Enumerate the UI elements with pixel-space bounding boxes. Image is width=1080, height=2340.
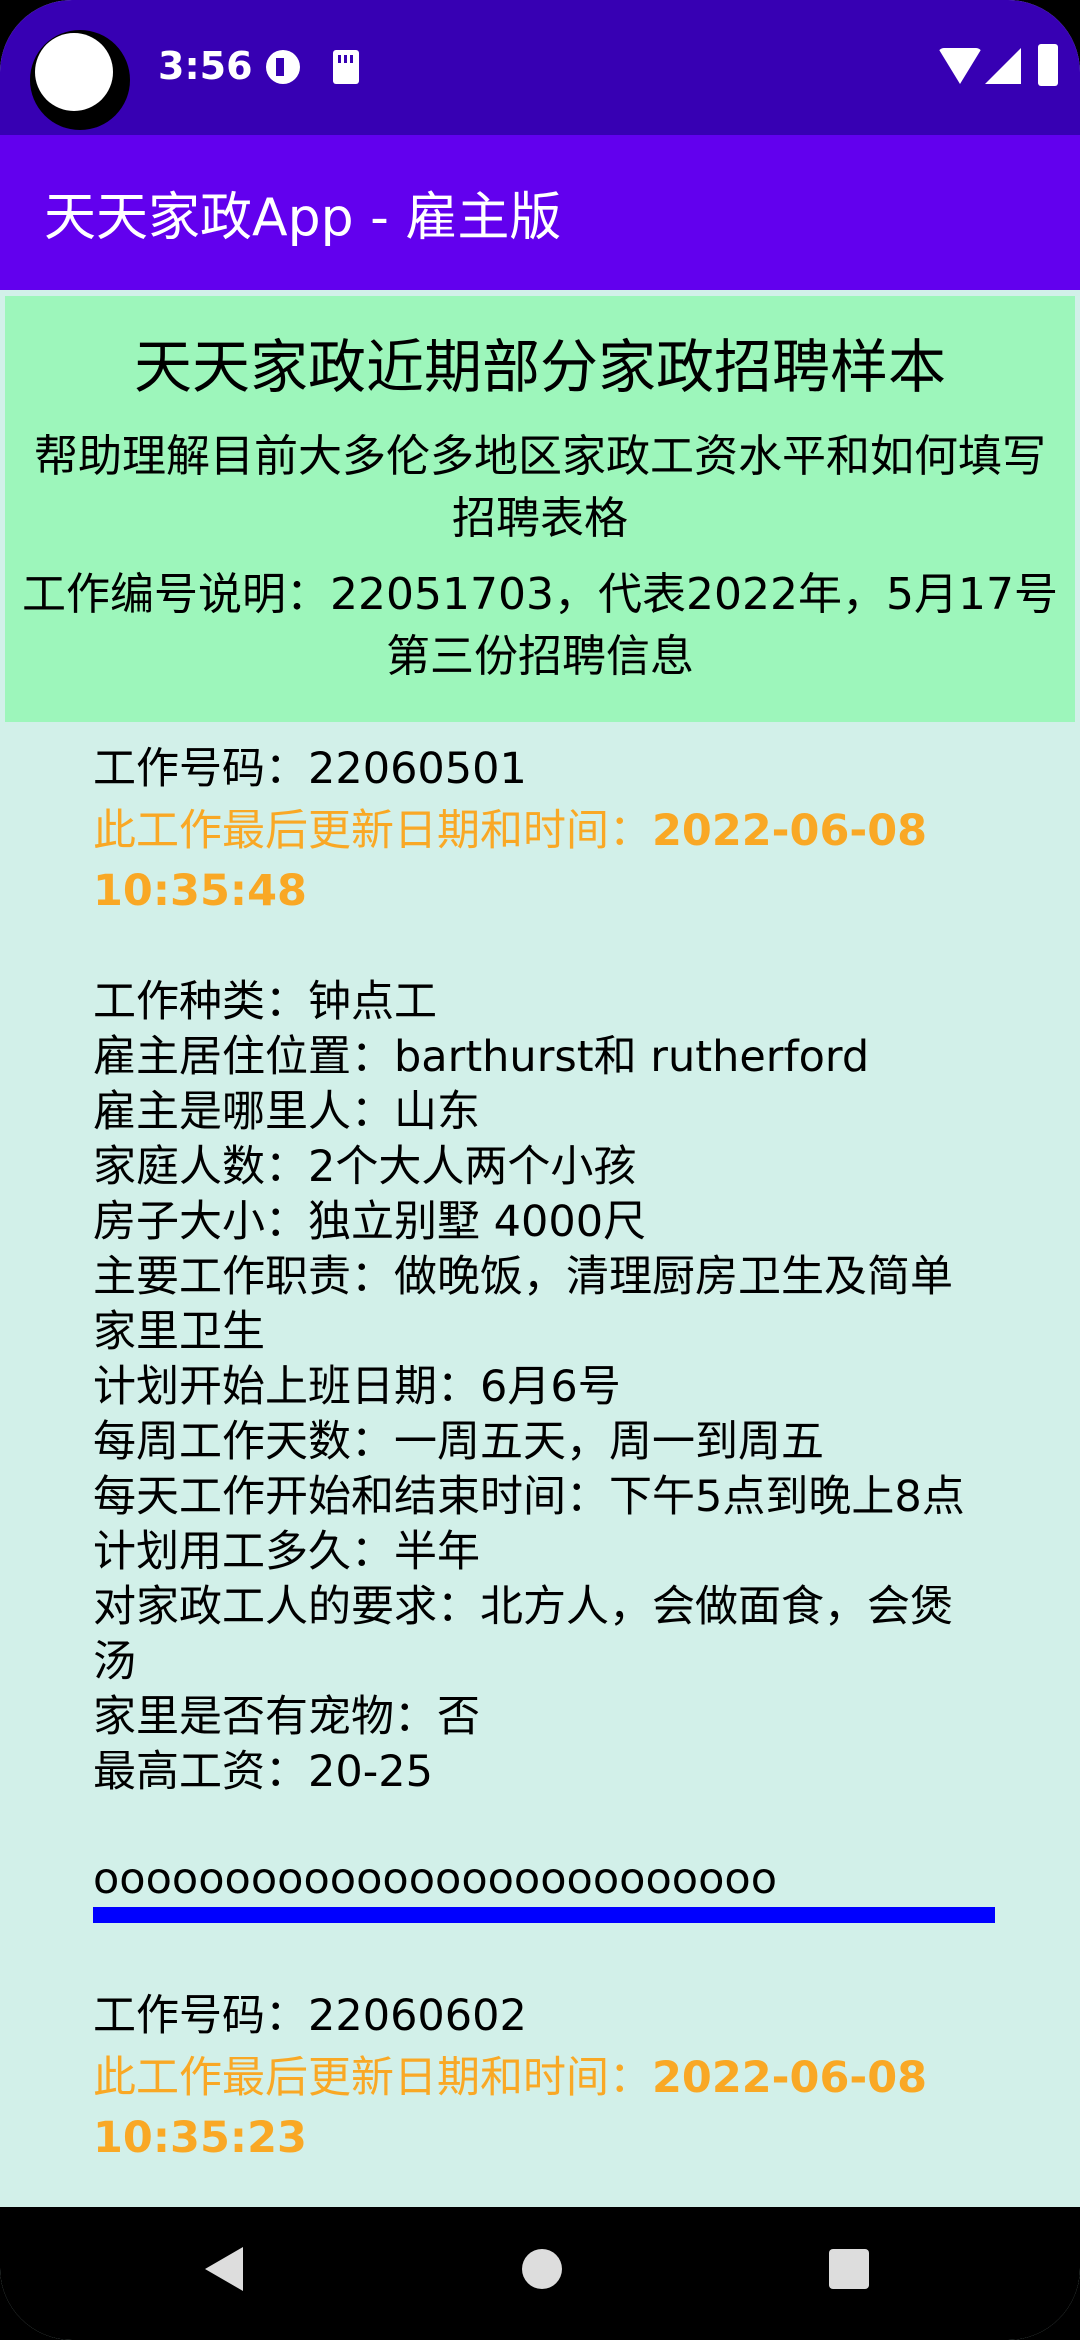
detail-duration: 计划用工多久：半年 [93, 1527, 480, 1577]
signal-icon [985, 48, 1021, 84]
app-notification-icon [266, 50, 300, 84]
detail-start-date: 计划开始上班日期：6月6号 [93, 1362, 621, 1412]
detail-max-wage: 最高工资：20-25 [93, 1747, 433, 1797]
header-card: 天天家政近期部分家政招聘样本 帮助理解目前大多伦多地区家政工资水平和如何填写招聘… [5, 296, 1075, 722]
divider-line [93, 1907, 995, 1923]
job-number: 工作号码：22060602 [93, 1991, 527, 2041]
back-icon[interactable] [205, 2247, 243, 2291]
recents-icon[interactable] [829, 2249, 869, 2289]
detail-duties: 主要工作职责：做晚饭，清理厨房卫生及简单家里卫生 [93, 1252, 953, 1357]
separator-text: oooooooooooooooooooooooooo [93, 1854, 778, 1904]
updated-label: 此工作最后更新日期和时间： [93, 806, 652, 856]
detail-job-type: 工作种类：钟点工 [93, 977, 437, 1027]
status-bar: 3:56 [0, 0, 1080, 135]
job-number: 工作号码：22060501 [93, 744, 527, 794]
navigation-bar [0, 2207, 1080, 2340]
header-subtitle: 帮助理解目前大多伦多地区家政工资水平和如何填写招聘表格 [34, 431, 1046, 544]
job-number-explanation: 工作编号说明：22051703，代表2022年，5月17号第三份招聘信息 [22, 569, 1058, 682]
status-time: 3:56 [158, 44, 253, 88]
camera-lens-icon [35, 33, 113, 111]
detail-family-size: 家庭人数：2个大人两个小孩 [93, 1142, 637, 1192]
app-title: 天天家政App - 雇主版 [44, 188, 562, 248]
app-bar: 天天家政App - 雇主版 [0, 135, 1080, 290]
detail-pets: 家里是否有宠物：否 [93, 1692, 480, 1742]
detail-days-per-week: 每周工作天数：一周五天，周一到周五 [93, 1417, 824, 1467]
battery-icon [1038, 44, 1058, 86]
home-icon[interactable] [522, 2249, 562, 2289]
detail-requirements: 对家政工人的要求：北方人，会做面食，会煲汤 [93, 1582, 953, 1687]
detail-daily-hours: 每天工作开始和结束时间：下午5点到晚上8点 [93, 1472, 965, 1522]
detail-location: 雇主居住位置：barthurst和 rutherford [93, 1032, 870, 1082]
sd-card-icon [333, 50, 359, 84]
detail-house-size: 房子大小：独立别墅 4000尺 [93, 1197, 647, 1247]
job-updated-time: 此工作最后更新日期和时间：2022-06-08 10:35:23 [93, 2048, 993, 2168]
wifi-icon [938, 48, 982, 84]
phone-screen: 3:56 天天家政App - 雇主版 天天家政近期部分家政招聘样本 帮助理解目前… [0, 0, 1080, 2340]
updated-label: 此工作最后更新日期和时间： [93, 2053, 652, 2103]
header-title: 天天家政近期部分家政招聘样本 [133, 333, 946, 401]
detail-employer-origin: 雇主是哪里人：山东 [93, 1087, 480, 1137]
job-updated-time: 此工作最后更新日期和时间：2022-06-08 10:35:48 [93, 801, 993, 921]
job-list[interactable]: 工作号码：22060501 此工作最后更新日期和时间：2022-06-08 10… [93, 722, 995, 2168]
job-details: 工作种类：钟点工 雇主居住位置：barthurst和 rutherford 雇主… [93, 975, 993, 1800]
